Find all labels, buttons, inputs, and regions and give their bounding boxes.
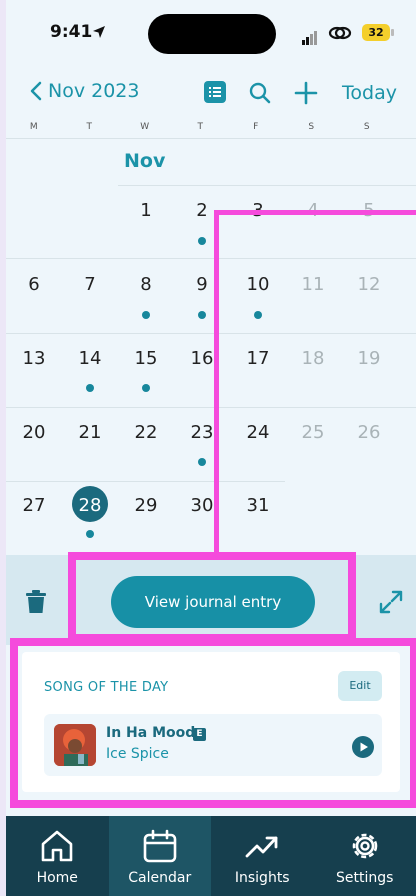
day-cell[interactable]: 10 <box>230 274 286 295</box>
tab-bar: Home Calendar Insights Settings <box>6 816 416 896</box>
list-view-icon[interactable] <box>204 81 226 103</box>
tab-insights[interactable]: Insights <box>211 816 314 896</box>
track-artist: Ice Spice <box>106 746 169 762</box>
divider <box>6 407 416 408</box>
day-cell[interactable]: 27 <box>6 495 62 516</box>
day-cell[interactable]: 4 <box>285 200 341 221</box>
tab-calendar[interactable]: Calendar <box>108 816 211 896</box>
view-journal-entry-button[interactable]: View journal entry <box>111 576 315 628</box>
dynamic-island <box>148 14 276 54</box>
entry-dot <box>86 384 94 392</box>
signal-icon <box>302 26 318 45</box>
album-art <box>54 724 96 766</box>
tab-home[interactable]: Home <box>6 816 109 896</box>
weekday-label: M <box>29 122 38 132</box>
day-cell[interactable]: 21 <box>62 422 118 443</box>
weekday-label: T <box>197 122 204 132</box>
tab-label: Calendar <box>128 870 192 886</box>
day-cell[interactable]: 1 <box>118 200 174 221</box>
day-cell[interactable]: 19 <box>341 348 397 369</box>
entry-dot <box>198 458 206 466</box>
day-cell[interactable]: 20 <box>6 422 62 443</box>
phone-screen: 9:41 32 Nov 2023 Today M T W T F S S Nov… <box>6 0 416 896</box>
weekday-label: S <box>363 122 370 132</box>
calendar-header: Nov 2023 Today <box>6 70 416 116</box>
search-icon[interactable] <box>248 81 272 105</box>
weekday-header: M T W T F S S <box>6 122 416 136</box>
expand-icon[interactable] <box>379 590 403 614</box>
day-cell[interactable]: 12 <box>341 274 397 295</box>
day-cell[interactable]: 6 <box>6 274 62 295</box>
edit-song-button[interactable]: Edit <box>338 671 382 701</box>
status-bar: 9:41 32 <box>6 0 416 64</box>
home-icon <box>41 830 73 862</box>
day-cell[interactable]: 14 <box>62 348 118 369</box>
day-cell[interactable]: 31 <box>230 495 286 516</box>
month-label: Nov <box>124 150 166 172</box>
chevron-left-icon <box>30 81 42 101</box>
divider <box>6 258 416 259</box>
day-cell[interactable]: 3 <box>230 200 286 221</box>
day-cell[interactable]: 5 <box>341 200 397 221</box>
battery-cap <box>391 29 394 36</box>
weekday-label: S <box>308 122 315 132</box>
day-cell[interactable]: 2 <box>174 200 230 221</box>
back-label: Nov 2023 <box>48 80 140 102</box>
play-icon[interactable] <box>352 736 374 758</box>
tab-label: Home <box>36 870 78 886</box>
trend-icon <box>245 836 278 858</box>
entry-dot <box>142 384 150 392</box>
divider <box>6 333 416 334</box>
day-cell[interactable]: 17 <box>230 348 286 369</box>
today-button[interactable]: Today <box>342 82 397 104</box>
tab-label: Settings <box>336 870 394 886</box>
day-cell[interactable]: 15 <box>118 348 174 369</box>
gear-icon <box>352 833 378 859</box>
day-cell-selected[interactable]: 28 <box>62 495 118 516</box>
entry-dot <box>254 311 262 319</box>
tab-settings[interactable]: Settings <box>314 816 416 896</box>
track-name: In Ha Mood <box>106 725 196 741</box>
day-cell[interactable]: 23 <box>174 422 230 443</box>
day-cell[interactable]: 11 <box>285 274 341 295</box>
day-cell[interactable]: 22 <box>118 422 174 443</box>
day-cell[interactable]: 25 <box>285 422 341 443</box>
day-cell[interactable]: 7 <box>62 274 118 295</box>
link-icon <box>328 26 352 40</box>
day-cell[interactable]: 13 <box>6 348 62 369</box>
weekday-label: F <box>253 122 259 132</box>
status-time: 9:41 <box>50 22 93 42</box>
album-art-graphic <box>54 724 96 766</box>
trash-icon[interactable] <box>26 590 46 614</box>
divider <box>6 138 416 139</box>
entry-dot <box>198 311 206 319</box>
calendar-icon <box>143 829 177 863</box>
divider <box>118 185 416 186</box>
tab-label: Insights <box>234 870 290 886</box>
day-cell[interactable]: 26 <box>341 422 397 443</box>
explicit-badge: E <box>193 728 206 741</box>
day-cell[interactable]: 30 <box>174 495 230 516</box>
day-cell[interactable]: 24 <box>230 422 286 443</box>
entry-dot <box>198 237 206 245</box>
day-cell[interactable]: 9 <box>174 274 230 295</box>
day-cell[interactable]: 8 <box>118 274 174 295</box>
divider <box>6 481 285 482</box>
day-cell[interactable]: 29 <box>118 495 174 516</box>
location-arrow-icon <box>93 26 105 38</box>
add-icon[interactable] <box>294 81 318 105</box>
day-cell[interactable]: 16 <box>174 348 230 369</box>
day-cell[interactable]: 18 <box>285 348 341 369</box>
song-of-day-title: SONG OF THE DAY <box>44 680 169 695</box>
weekday-label: T <box>86 122 93 132</box>
entry-dot <box>142 311 150 319</box>
battery-indicator: 32 <box>362 24 390 41</box>
back-button[interactable]: Nov 2023 <box>30 80 139 102</box>
weekday-label: W <box>140 122 150 132</box>
entry-dot <box>86 530 94 538</box>
